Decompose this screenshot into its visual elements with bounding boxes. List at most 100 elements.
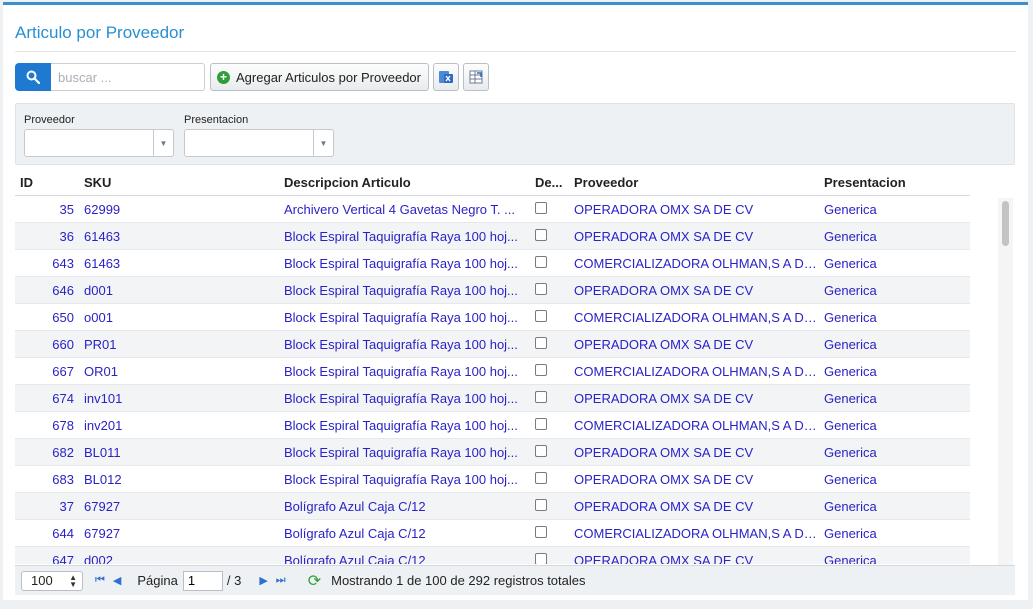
export-table-button[interactable] <box>462 63 489 91</box>
presentacion-filter: Presentacion ▼ <box>184 114 334 157</box>
row-checkbox[interactable] <box>535 228 547 241</box>
cell-id: 678 <box>52 417 74 433</box>
row-checkbox[interactable] <box>535 363 547 376</box>
table-export-icon <box>469 70 483 84</box>
cell-sku: inv101 <box>84 390 123 406</box>
grid-scrollbar[interactable] <box>998 198 1013 566</box>
row-checkbox[interactable] <box>535 417 547 430</box>
page-number-input[interactable] <box>182 570 223 591</box>
cell-de <box>529 498 569 514</box>
table-row[interactable]: 674 inv101 Block Espiral Taquigrafía Raya … <box>15 385 970 412</box>
first-page-icon[interactable]: ⏮ <box>95 574 105 587</box>
cell-descripcion: Block Espiral Taquigrafía Raya 100 hoj..… <box>284 282 518 298</box>
cell-descripcion: Block Espiral Taquigrafía Raya 100 hoj..… <box>284 255 518 271</box>
cell-proveedor: OPERADORA OMX SA DE CV <box>574 390 754 406</box>
cell-sku: d002 <box>84 552 113 565</box>
cell-presentacion: Generica <box>824 498 877 514</box>
cell-de <box>529 228 569 244</box>
row-checkbox[interactable] <box>535 309 547 322</box>
table-row[interactable]: 36 61463 Block Espiral Taquigrafía Raya 10… <box>15 223 970 250</box>
cell-descripcion: Block Espiral Taquigrafía Raya 100 hoj..… <box>284 390 518 406</box>
table-row[interactable]: 667 OR01 Block Espiral Taquigrafía Raya 10… <box>15 358 970 385</box>
table-row[interactable]: 647 d002 Bolígrafo Azul Caja C/12 OPERADORA… <box>15 547 970 564</box>
filter-panel: Proveedor ▼ Presentacion ▼ <box>15 103 1015 165</box>
table-row[interactable]: 35 62999 Archivero Vertical 4 Gavetas Negr… <box>15 196 970 223</box>
scrollbar-thumb[interactable] <box>1002 201 1009 246</box>
row-checkbox[interactable] <box>535 525 547 538</box>
search-button[interactable] <box>15 63 51 91</box>
table-row[interactable]: 683 BL012 Block Espiral Taquigrafía Raya 1… <box>15 466 970 493</box>
cell-proveedor: COMERCIALIZADORA OLHMAN,S A DE... <box>574 255 819 271</box>
table-row[interactable]: 660 PR01 Block Espiral Taquigrafía Raya 10… <box>15 331 970 358</box>
row-checkbox[interactable] <box>535 201 547 214</box>
cell-presentacion: Generica <box>824 228 877 244</box>
col-header-id[interactable]: ID <box>15 175 79 190</box>
table-row[interactable]: 37 67927 Bolígrafo Azul Caja C/12 OPERADORA… <box>15 493 970 520</box>
cell-sku: inv201 <box>84 417 123 433</box>
cell-id: 682 <box>52 444 74 460</box>
cell-id: 667 <box>52 363 74 379</box>
col-header-sku[interactable]: SKU <box>79 175 279 190</box>
export-excel-button[interactable] <box>432 63 459 91</box>
cell-descripcion: Archivero Vertical 4 Gavetas Negro T. ..… <box>284 201 515 217</box>
cell-descripcion: Bolígrafo Azul Caja C/12 <box>284 552 426 565</box>
cell-id: 674 <box>52 390 74 406</box>
row-checkbox[interactable] <box>535 336 547 349</box>
cell-presentacion: Generica <box>824 525 877 541</box>
cell-de <box>529 201 569 217</box>
col-header-descripcion[interactable]: Descripcion Articulo <box>279 175 529 190</box>
cell-id: 650 <box>52 309 74 325</box>
table-row[interactable]: 643 61463 Block Espiral Taquigrafía Raya 1… <box>15 250 970 277</box>
row-checkbox[interactable] <box>535 552 547 564</box>
refresh-icon[interactable]: ⟳ <box>308 571 321 591</box>
spinner-arrows-icon: ▲ ▼ <box>69 572 77 589</box>
row-checkbox[interactable] <box>535 444 547 457</box>
add-articulos-label: Agregar Articulos por Proveedor <box>236 69 421 85</box>
cell-de <box>529 552 569 564</box>
cell-proveedor: OPERADORA OMX SA DE CV <box>574 201 754 217</box>
row-checkbox[interactable] <box>535 282 547 295</box>
last-page-icon[interactable]: ⏭ <box>276 574 286 587</box>
toolbar: + Agregar Articulos por Proveedor <box>15 63 489 91</box>
search-input[interactable] <box>51 63 205 91</box>
cell-sku: 67927 <box>84 498 121 514</box>
cell-sku: BL012 <box>84 471 122 487</box>
table-row[interactable]: 682 BL011 Block Espiral Taquigrafía Raya 1… <box>15 439 970 466</box>
col-header-presentacion[interactable]: Presentacion <box>819 175 969 190</box>
cell-sku: 62999 <box>84 201 121 217</box>
proveedor-filter-label: Proveedor <box>24 114 75 126</box>
table-row[interactable]: 644 67927 Bolígrafo Azul Caja C/12 COMERCIA… <box>15 520 970 547</box>
presentacion-select[interactable]: ▼ <box>184 129 334 157</box>
cell-descripcion: Block Espiral Taquigrafía Raya 100 hoj..… <box>284 471 518 487</box>
row-checkbox[interactable] <box>535 471 547 484</box>
add-articulos-button[interactable]: + Agregar Articulos por Proveedor <box>210 63 429 91</box>
table-row[interactable]: 650 o001 Block Espiral Taquigrafía Raya 10… <box>15 304 970 331</box>
pager-summary: Mostrando 1 de 100 de 292 registros tota… <box>331 573 586 588</box>
page-total: / 3 <box>226 573 242 588</box>
col-header-de[interactable]: De... <box>529 175 569 190</box>
row-checkbox[interactable] <box>535 498 547 511</box>
row-checkbox[interactable] <box>535 390 547 403</box>
cell-proveedor: OPERADORA OMX SA DE CV <box>574 552 754 565</box>
cell-descripcion: Block Espiral Taquigrafía Raya 100 hoj..… <box>284 444 518 460</box>
cell-proveedor: OPERADORA OMX SA DE CV <box>574 336 754 352</box>
next-page-icon[interactable]: ▶ <box>259 574 267 587</box>
cell-de <box>529 390 569 406</box>
table-row[interactable]: 646 d001 Block Espiral Taquigrafía Raya 10… <box>15 277 970 304</box>
articulos-grid: ID SKU Descripcion Articulo De... Provee… <box>15 170 970 564</box>
cell-de <box>529 525 569 541</box>
proveedor-select[interactable]: ▼ <box>24 129 174 157</box>
table-row[interactable]: 678 inv201 Block Espiral Taquigrafía Raya … <box>15 412 970 439</box>
cell-de <box>529 282 569 298</box>
page-size-select[interactable]: 100 ▲ ▼ <box>21 570 83 591</box>
cell-presentacion: Generica <box>824 201 877 217</box>
chevron-down-icon: ▼ <box>313 130 333 156</box>
cell-presentacion: Generica <box>824 363 877 379</box>
cell-descripcion: Block Espiral Taquigrafía Raya 100 hoj..… <box>284 417 518 433</box>
row-checkbox[interactable] <box>535 255 547 268</box>
col-header-proveedor[interactable]: Proveedor <box>569 175 819 190</box>
cell-proveedor: COMERCIALIZADORA OLHMAN,S A DE... <box>574 309 819 325</box>
prev-page-icon[interactable]: ◀ <box>113 574 121 587</box>
cell-id: 37 <box>59 498 74 514</box>
cell-proveedor: OPERADORA OMX SA DE CV <box>574 228 754 244</box>
